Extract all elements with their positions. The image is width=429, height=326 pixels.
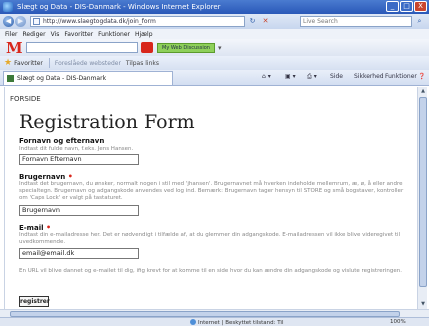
name-help: Indtast dit fulde navn, f.eks. Jens Hans… [19,146,134,152]
menu-vis[interactable]: Vis [51,31,60,38]
username-input[interactable]: Brugernavn [19,205,139,216]
tools-menu[interactable]: Funktioner [385,73,417,80]
window-title-bar: Slægt og Data - DIS-Danmark - Windows In… [0,0,429,14]
ie-logo-icon [3,2,13,12]
name-label: Fornavn og efternavn [19,137,104,145]
home-icon[interactable]: ⌂ ▾ [262,73,271,80]
email-help: Indtast din e-mailadresse her. Det er nø… [19,232,401,245]
zoom-level[interactable]: 100% [390,319,406,325]
menu-favoritter[interactable]: Favoritter [64,31,93,38]
required-marker: • [45,223,52,232]
site-favicon-icon [7,74,14,82]
star-icon: ★ [4,58,13,68]
address-url: http://www.slaegtogdata.dk/join_form [43,18,156,25]
email-field[interactable]: email@email.dk [19,248,139,259]
page-content: FORSIDE Registration Form Fornavn og eft… [4,87,417,309]
page-title: Registration Form [19,111,195,133]
search-input[interactable]: Live Search [300,16,412,27]
favorites-bar: ★ Favoritter Foreslåede websteder Tilpas… [0,56,429,70]
tab-bar: Slægt og Data - DIS-Danmark ⌂ ▾ ▣ ▾ ⎙ ▾ … [0,70,429,86]
menu-bar: Filer Rediger Vis Favoritter Funktioner … [0,29,429,39]
required-marker: • [67,172,73,181]
tab-slaegt-og-data[interactable]: Slægt og Data - DIS-Danmark [3,70,173,85]
favorites-button[interactable]: Favoritter [14,60,43,67]
window-title: Slægt og Data - DIS-Danmark - Windows In… [17,3,221,11]
back-button[interactable]: ◀ [3,16,14,27]
forward-button[interactable]: ▶ [15,16,26,27]
zone-text: Internet | Beskyttet tilstand: Til [198,320,284,326]
stop-icon[interactable]: ✕ [260,16,271,27]
chevron-down-icon[interactable]: ▾ [218,44,222,52]
username-help: Indtast det brugernavn, du ønsker, norma… [19,181,404,201]
menu-funktioner[interactable]: Funktioner [98,31,130,38]
email-label: E-mail • [19,223,51,232]
address-input[interactable]: http://www.slaegtogdata.dk/join_form [30,16,245,27]
name-label-text: Fornavn og efternavn [19,137,105,145]
globe-icon [190,319,196,325]
feeds-icon[interactable]: ▣ ▾ [285,73,296,80]
footer-note: En URL vil blive dannet og e-mailet til … [19,268,402,274]
maximize-button[interactable]: □ [400,1,413,12]
security-menu[interactable]: Sikkerhed [354,73,384,80]
page-menu[interactable]: Side [330,73,343,80]
toolbar-logo: M [6,38,23,57]
toolbar-search-button[interactable] [141,42,153,53]
toolbar-green-button[interactable]: My Web Discussion [157,42,215,53]
scroll-down-icon[interactable]: ▼ [418,300,428,309]
print-icon[interactable]: ⎙ ▾ [307,73,317,81]
help-icon[interactable]: ❓ [418,73,425,80]
address-toolbar: ◀ ▶ http://www.slaegtogdata.dk/join_form… [0,14,429,29]
name-input[interactable]: Fornavn Efternavn [19,154,139,165]
status-bar: Internet | Beskyttet tilstand: Til 100% [0,317,429,326]
minimize-button[interactable]: _ [386,1,399,12]
scroll-thumb[interactable] [419,97,427,287]
register-button[interactable]: registrer [19,296,50,307]
breadcrumb[interactable]: FORSIDE [10,95,41,103]
refresh-icon[interactable]: ↻ [247,16,258,27]
close-button[interactable]: X [414,1,427,12]
page-icon [33,18,40,25]
security-zone: Internet | Beskyttet tilstand: Til [190,319,284,326]
username-label-text: Brugernavn [19,173,66,181]
scroll-up-icon[interactable]: ▲ [418,87,428,96]
menu-hjaelp[interactable]: Hjælp [135,31,153,38]
search-icon[interactable]: ⌕ [414,16,425,27]
tips-link[interactable]: Tilpas links [126,60,159,67]
search-toolbar: M My Web Discussion ▾ [0,38,429,57]
tab-label: Slægt og Data - DIS-Danmark [17,74,107,82]
divider [48,58,50,68]
vertical-scrollbar[interactable]: ▲ ▼ [417,87,427,309]
menu-filer[interactable]: Filer [5,31,18,38]
username-label: Brugernavn • [19,172,73,181]
toolbar-search-input[interactable] [26,42,138,53]
horizontal-scrollbar[interactable] [0,309,429,317]
menu-rediger[interactable]: Rediger [23,31,46,38]
suggested-sites-link[interactable]: Foreslåede websteder [55,60,121,67]
email-label-text: E-mail [19,224,44,232]
